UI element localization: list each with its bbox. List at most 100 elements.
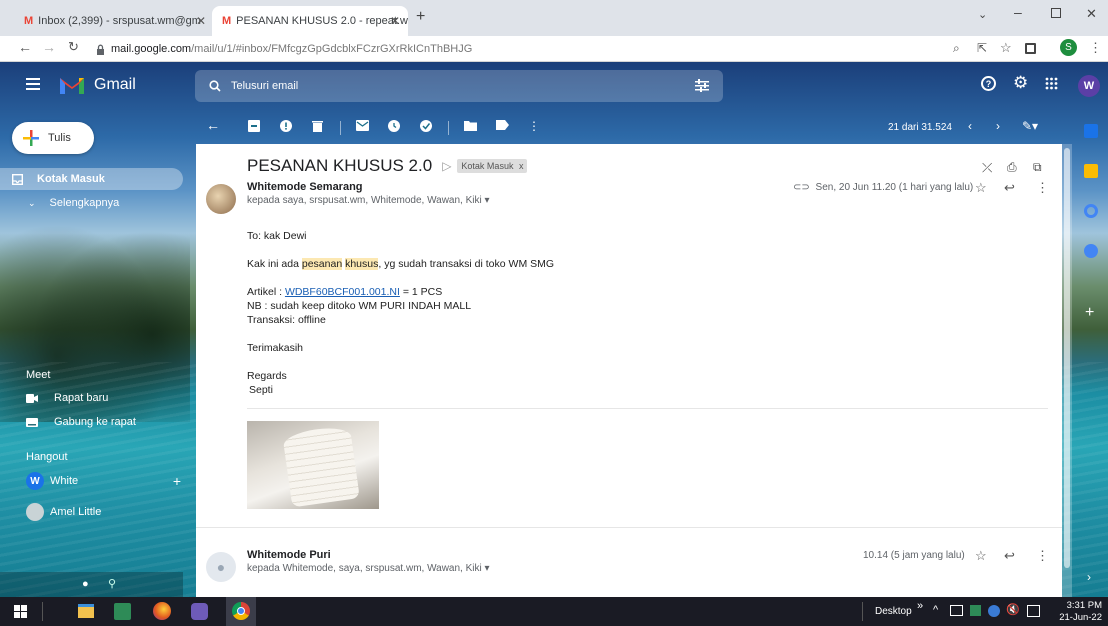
add-to-tasks-icon[interactable] <box>420 120 436 136</box>
apps-grid-icon[interactable] <box>1045 77 1058 90</box>
print-icon[interactable]: ⎙ <box>1007 160 1017 175</box>
restore-icon[interactable] <box>1051 8 1061 18</box>
compose-button[interactable]: Tulis <box>12 122 94 154</box>
scrollbar-thumb[interactable] <box>1064 148 1070 568</box>
sidebar-item-inbox[interactable]: Kotak Masuk <box>0 168 183 190</box>
pagination-count: 21 dari 31.524 <box>888 122 952 133</box>
settings-gear-icon[interactable]: ⚙ <box>1013 73 1028 93</box>
add-on-plus-icon[interactable]: + <box>1085 304 1094 322</box>
firefox-icon[interactable] <box>153 602 171 620</box>
mark-unread-icon[interactable] <box>356 120 372 136</box>
message-more-icon[interactable]: ⋮ <box>1036 180 1049 196</box>
snooze-clock-icon[interactable] <box>388 120 404 136</box>
move-to-folder-icon[interactable] <box>464 120 480 136</box>
reply-icon[interactable]: ↩ <box>1004 180 1015 196</box>
star-icon[interactable]: ☆ <box>975 548 987 564</box>
search-input[interactable]: Telusuri email <box>231 80 298 92</box>
delete-trash-icon[interactable] <box>312 120 328 136</box>
artikel-link[interactable]: WDBF60BCF001.001.NI <box>285 286 400 298</box>
star-icon[interactable]: ☆ <box>975 180 987 196</box>
recipient-details-caret-icon[interactable]: ▾ <box>485 195 490 206</box>
expand-panel-chevron-icon[interactable]: › <box>1087 570 1091 584</box>
tray-app-icon[interactable] <box>970 605 981 616</box>
url-field[interactable]: mail.google.com /mail/u/1/#inbox/FMfcgzG… <box>96 39 976 59</box>
browser-menu-icon[interactable]: ⋮ <box>1089 40 1102 56</box>
sidebar-item-more[interactable]: ⌄ Selengkapnya <box>12 192 119 214</box>
more-options-icon[interactable]: ⋮ <box>528 119 544 135</box>
meet-join-meeting[interactable]: Gabung ke rapat <box>26 411 136 433</box>
tasks-icon[interactable] <box>1084 204 1098 218</box>
recipients-line[interactable]: kepada Whitemode, saya, srspusat.wm, Waw… <box>247 563 490 574</box>
label-tag-icon[interactable] <box>496 120 512 136</box>
reload-icon[interactable]: ↻ <box>68 39 79 55</box>
network-icon[interactable] <box>950 605 963 616</box>
help-icon[interactable]: ? <box>981 76 996 91</box>
bookmark-star-icon[interactable]: ☆ <box>1000 40 1012 56</box>
zoom-icon[interactable]: ⌕ <box>953 41 960 56</box>
newer-chevron-icon[interactable]: ‹ <box>968 119 972 133</box>
hangout-contact-amel[interactable]: Amel Little <box>26 501 101 523</box>
close-tab-icon[interactable]: ✕ <box>196 14 206 28</box>
collapse-all-icon[interactable]: ⤫ <box>982 160 992 176</box>
keep-icon[interactable] <box>1084 164 1098 178</box>
message-more-icon[interactable]: ⋮ <box>1036 548 1049 564</box>
side-panel-icon[interactable] <box>1025 43 1036 54</box>
clock-date[interactable]: 21-Jun-22 <box>1054 612 1102 623</box>
search-icon[interactable] <box>209 80 221 92</box>
sender-name[interactable]: Whitemode Puri <box>247 549 331 561</box>
scrollbar-track[interactable] <box>1062 144 1072 597</box>
older-chevron-icon[interactable]: › <box>996 119 1000 133</box>
gmail-logo-icon[interactable] <box>58 74 86 96</box>
reply-icon[interactable]: ↩ <box>1004 548 1015 564</box>
search-options-icon[interactable] <box>695 79 709 92</box>
input-tools-pen-icon[interactable]: ✎▾ <box>1022 119 1038 133</box>
add-contact-plus-icon[interactable]: + <box>173 473 181 489</box>
close-window-icon[interactable]: ✕ <box>1086 6 1097 22</box>
calendar-icon[interactable] <box>1084 124 1098 138</box>
sender-avatar[interactable] <box>206 184 236 214</box>
back-to-inbox-icon[interactable]: ← <box>206 117 222 133</box>
tray-app-blue-icon[interactable] <box>988 605 1000 617</box>
share-icon[interactable]: ⇱ <box>977 41 987 55</box>
chrome-taskbar-button[interactable] <box>226 597 256 626</box>
report-spam-icon[interactable] <box>280 120 296 136</box>
volume-muted-icon[interactable]: 🔇 <box>1006 603 1020 616</box>
hangout-contact-white[interactable]: W White + <box>26 470 181 492</box>
remove-label-icon[interactable]: x <box>519 161 524 171</box>
new-tab-button[interactable]: + <box>416 8 425 26</box>
app-purple-icon[interactable] <box>191 603 208 620</box>
minimize-icon[interactable]: – <box>1014 4 1022 20</box>
windows-start-icon[interactable] <box>14 605 27 618</box>
search-bar[interactable]: Telusuri email <box>195 70 723 102</box>
attachment-image-thumbnail[interactable] <box>247 421 379 509</box>
toolbar-chevron[interactable]: » <box>917 600 923 612</box>
profile-avatar[interactable]: S <box>1060 39 1077 56</box>
main-menu-icon[interactable] <box>26 78 40 90</box>
sender-name[interactable]: Whitemode Semarang <box>247 181 363 193</box>
thread-label-chip[interactable]: Kotak Masuk x <box>457 159 528 173</box>
archive-icon[interactable] <box>248 120 264 136</box>
person-icon[interactable]: ● <box>82 578 89 590</box>
back-icon[interactable]: ← <box>18 39 32 55</box>
important-marker-icon[interactable]: ▷ <box>442 159 451 173</box>
ime-keyboard-icon[interactable] <box>1027 605 1040 617</box>
recipient-details-caret-icon[interactable]: ▾ <box>485 563 490 574</box>
close-tab-icon[interactable]: ✕ <box>390 14 400 28</box>
recipients-line[interactable]: kepada saya, srspusat.wm, Whitemode, Waw… <box>247 195 490 206</box>
windows-taskbar: Desktop » ^ 🔇 3:31 PM 21-Jun-22 <box>0 597 1108 626</box>
app-green-icon[interactable] <box>114 603 131 620</box>
default-avatar-icon[interactable]: ● <box>206 552 236 582</box>
account-avatar[interactable]: W <box>1078 75 1100 97</box>
contacts-icon[interactable] <box>1084 244 1098 258</box>
location-pin-icon[interactable]: ⚲ <box>108 577 116 590</box>
open-new-window-icon[interactable]: ⧉ <box>1033 160 1042 175</box>
file-explorer-icon[interactable] <box>78 604 94 618</box>
tab-pesanan[interactable]: M PESANAN KHUSUS 2.0 - repeat.w ✕ <box>212 6 408 36</box>
forward-icon[interactable]: → <box>42 39 56 55</box>
meet-new-meeting[interactable]: Rapat baru <box>26 387 108 409</box>
tab-inbox[interactable]: M Inbox (2,399) - srspusat.wm@gm ✕ <box>14 6 214 36</box>
desktop-toolbar-label[interactable]: Desktop <box>875 606 912 617</box>
tray-expand-icon[interactable]: ^ <box>933 604 938 616</box>
clock-time[interactable]: 3:31 PM <box>1058 600 1102 611</box>
tab-search-chevron-icon[interactable]: ⌄ <box>978 8 987 21</box>
